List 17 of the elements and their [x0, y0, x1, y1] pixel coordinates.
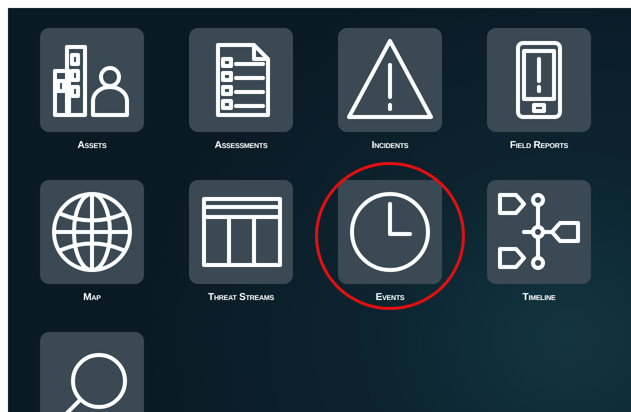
tile-label: Map: [83, 291, 101, 305]
app-tile[interactable]: [40, 332, 144, 412]
app-tile[interactable]: [338, 180, 442, 284]
tile-label: Threat Streams: [208, 291, 274, 305]
app-tile[interactable]: [487, 180, 591, 284]
tile-label: Assessments: [214, 139, 268, 153]
app-tile[interactable]: [487, 28, 591, 132]
tile-label: Timeline: [522, 291, 556, 305]
tile-label: Field Reports: [510, 139, 568, 153]
app-tile[interactable]: [40, 180, 144, 284]
tile-label: Assets: [78, 139, 106, 153]
app-tile[interactable]: [189, 180, 293, 284]
app-tile[interactable]: [338, 28, 442, 132]
tile-label: Events: [376, 291, 404, 305]
app-tile[interactable]: [189, 28, 293, 132]
app-tile[interactable]: [40, 28, 144, 132]
tile-label: Incidents: [372, 139, 408, 153]
